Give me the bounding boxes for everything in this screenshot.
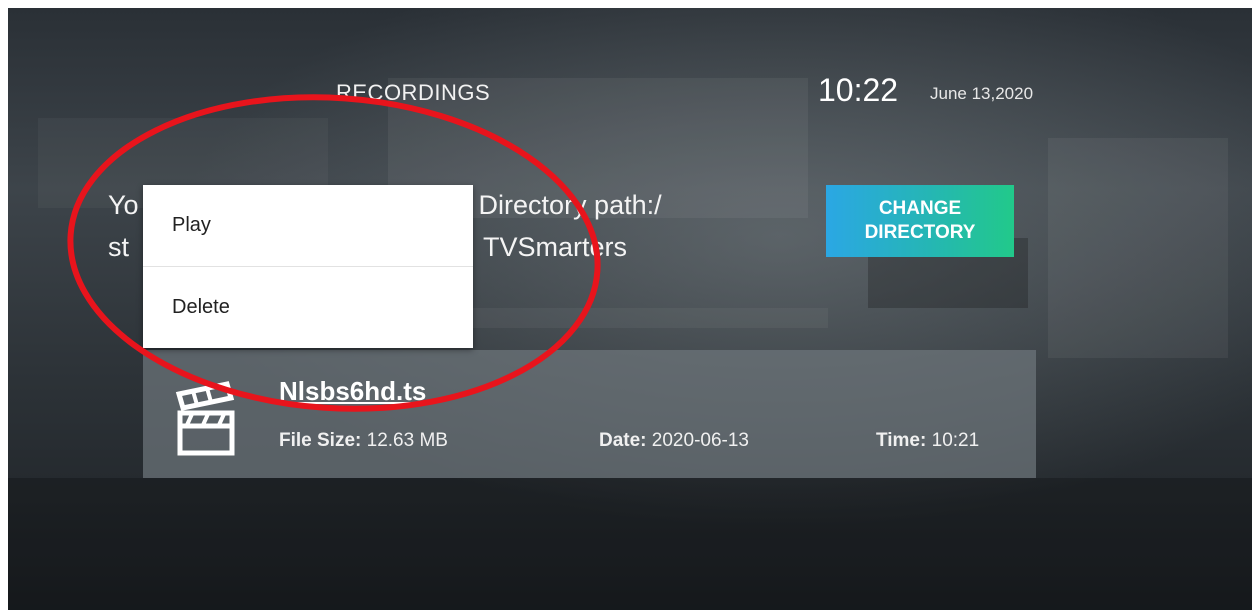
context-menu: Play Delete bbox=[143, 185, 473, 348]
recording-file-size: File Size: 12.63 MB bbox=[279, 430, 448, 452]
directory-text-end: Directory path:/ bbox=[478, 190, 662, 220]
time-value: 10:21 bbox=[931, 430, 980, 451]
directory-text-end: TVSmarters bbox=[483, 232, 628, 262]
clock-time: 10:22 bbox=[818, 72, 899, 108]
change-directory-label: CHANGE DIRECTORY bbox=[864, 198, 976, 243]
clapperboard-icon bbox=[175, 381, 235, 456]
date-label: Date: bbox=[599, 430, 647, 451]
recording-time: Time: 10:21 bbox=[876, 430, 979, 452]
clock-date: June 13,2020 bbox=[930, 84, 1034, 103]
file-size-label: File Size: bbox=[279, 430, 362, 451]
time-label: Time: bbox=[876, 430, 927, 451]
directory-text-start: st bbox=[108, 232, 130, 262]
background-office-shape bbox=[1048, 138, 1228, 358]
page-title: RECORDINGS bbox=[336, 80, 491, 105]
recording-list-item[interactable]: Nlsbs6hd.ts File Size: 12.63 MB Date: 20… bbox=[143, 350, 1036, 478]
recording-date: Date: 2020-06-13 bbox=[599, 430, 749, 452]
date-value: 2020-06-13 bbox=[651, 430, 749, 451]
file-size-value: 12.63 MB bbox=[366, 430, 448, 451]
change-directory-button[interactable]: CHANGE DIRECTORY bbox=[826, 185, 1014, 257]
recordings-screen: RECORDINGS 10:22 June 13,2020 Yo Director… bbox=[8, 8, 1252, 610]
background-office-shape bbox=[8, 478, 1252, 610]
menu-item-delete[interactable]: Delete bbox=[143, 266, 473, 347]
menu-item-play[interactable]: Play bbox=[143, 185, 473, 266]
background-office-shape bbox=[468, 308, 828, 328]
recording-file-name[interactable]: Nlsbs6hd.ts bbox=[279, 376, 426, 407]
directory-text-start: Yo bbox=[108, 190, 139, 220]
